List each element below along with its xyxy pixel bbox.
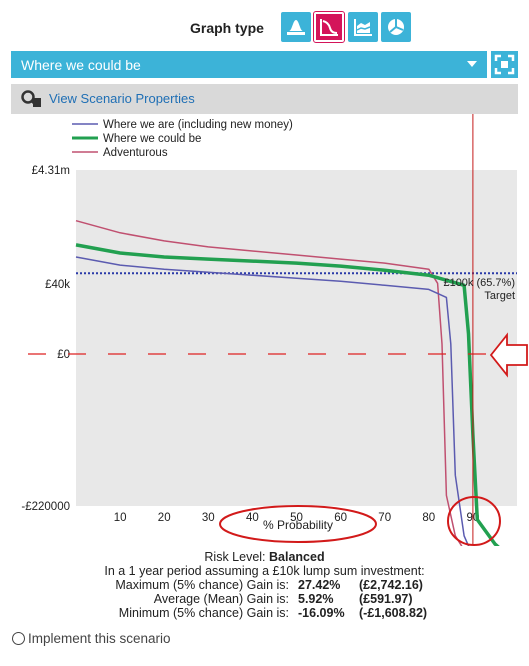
x-tick-label-70: 70 [378,512,391,524]
pie-chart-icon [388,19,404,35]
expand-icon [494,54,515,75]
scenario-properties-bar[interactable]: View Scenario Properties [11,84,518,114]
gain-row: Minimum (5% chance) Gain is: -16.09% (-£1,… [0,606,529,622]
radio-button[interactable] [12,632,25,645]
distribution-graph-button[interactable] [281,12,311,42]
x-tick-label-60: 60 [334,512,347,524]
area-chart-icon [354,19,372,36]
x-tick-label-30: 30 [202,512,215,524]
probability-curve-graph-button[interactable] [313,11,345,43]
y-axis-labels: £4.31m £40k £0 -£220000 [21,165,70,513]
probability-curve-icon [320,19,338,36]
period-text: In a 1 year period assuming a £10k lump … [104,564,425,578]
magnifier-properties-icon [21,90,41,107]
x-axis-label: % Probability [263,518,333,532]
y-tick-label-1: £40k [45,279,70,291]
legend-label-2: Adventurous [103,147,168,159]
pie-chart-graph-button[interactable] [381,12,411,42]
y-tick-label-0: £4.31m [32,165,70,177]
target-value-label: £100k (65.7%) [443,277,515,289]
risk-level-value: Balanced [269,550,325,564]
area-chart-graph-button[interactable] [348,12,378,42]
gain-row-label: Average (Mean) Gain is: [153,592,289,606]
x-tick-label-80: 80 [422,512,435,524]
scenario-dropdown[interactable]: Where we could be [11,51,487,78]
graph-type-label: Graph type [190,20,264,36]
target-sublabel: Target [484,290,515,302]
x-tick-label-40: 40 [246,512,259,524]
fullscreen-button[interactable] [491,51,518,78]
gain-row-amount: (-£1,608.82) [359,606,428,620]
gain-row-percent: -16.09% [298,606,345,620]
x-tick-label-20: 20 [158,512,171,524]
legend-label-0: Where we are (including new money) [103,119,293,131]
y-tick-label-2: £0 [57,349,70,361]
implement-scenario-option[interactable]: Implement this scenario [12,631,171,646]
graph-type-toolbar: Graph type [0,10,529,46]
probability-chart: Where we are (including new money) Where … [21,114,528,546]
legend-label-1: Where we could be [103,133,201,145]
gain-row-label: Maximum (5% chance) Gain is: [115,578,289,592]
chevron-down-icon [467,61,477,67]
gain-row-label: Minimum (5% chance) Gain is: [118,606,289,620]
gain-row-percent: 5.92% [298,592,334,606]
gain-row-amount: (£591.97) [359,592,413,606]
gain-row-amount: (£2,742.16) [359,578,423,592]
distribution-icon [287,20,305,35]
risk-level-line: Risk Level: Balanced [0,550,529,564]
gain-row-percent: 27.42% [298,578,341,592]
implement-scenario-label: Implement this scenario [28,631,171,646]
chart-legend: Where we are (including new money) Where … [72,119,293,159]
scenario-dropdown-value: Where we could be [21,57,141,73]
x-tick-label-10: 10 [114,512,127,524]
y-tick-label-3: -£220000 [21,501,70,513]
view-scenario-properties-link[interactable]: View Scenario Properties [49,91,195,106]
risk-level-label: Risk Level: [204,550,266,564]
